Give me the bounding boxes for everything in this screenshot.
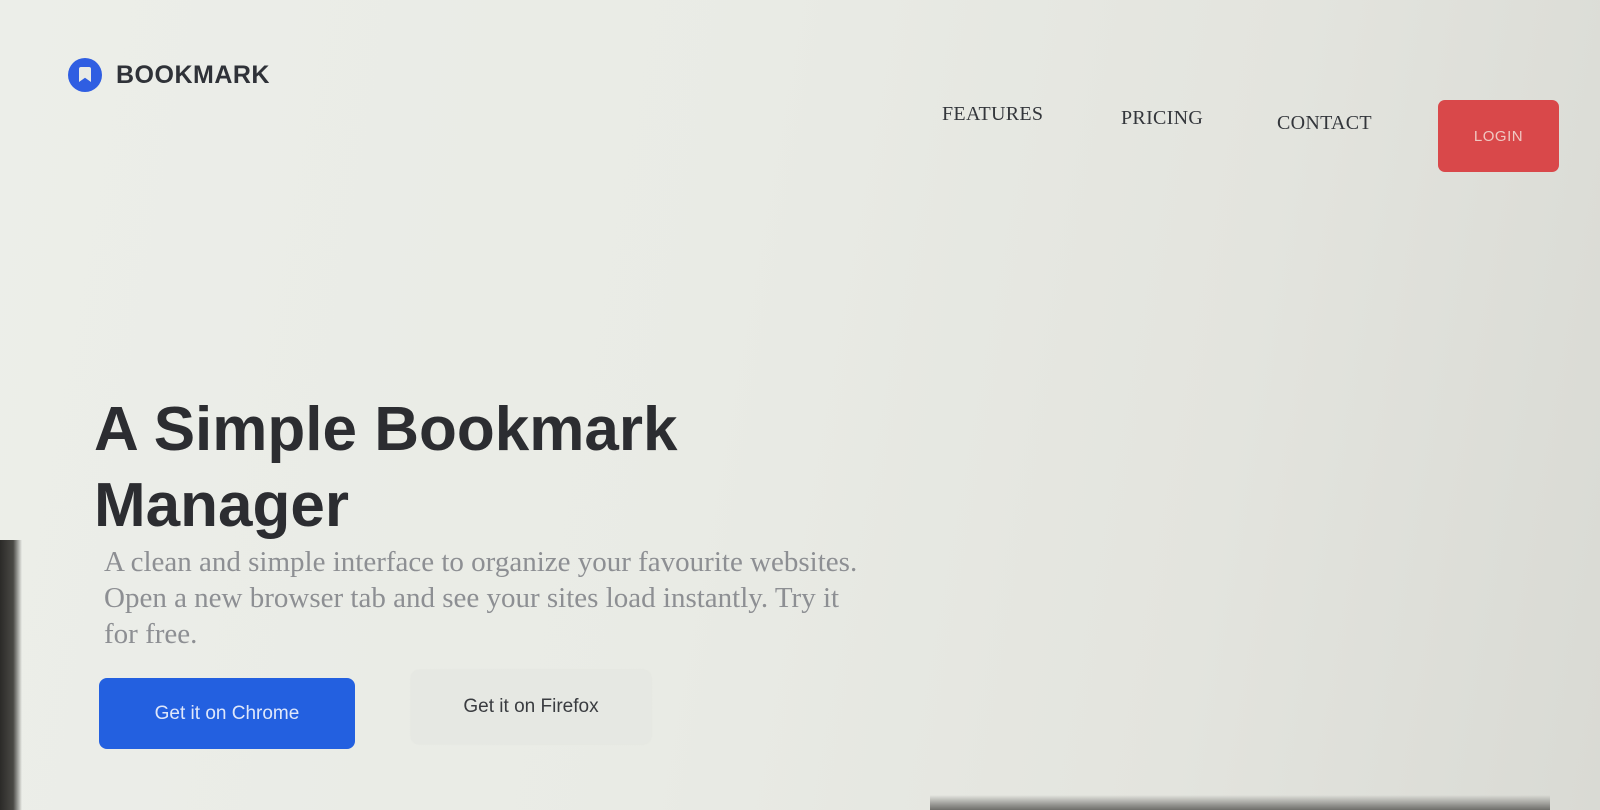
get-firefox-button[interactable]: Get it on Firefox [411,670,651,744]
bookmark-logo-icon [68,58,102,92]
nav-link-pricing[interactable]: PRICING [1121,107,1203,130]
login-button[interactable]: LOGIN [1438,100,1559,172]
main-nav: FEATURES PRICING CONTACT LOGIN [0,100,1600,180]
page: BOOKMARK FEATURES PRICING CONTACT LOGIN … [0,0,1600,810]
brand-name: BOOKMARK [116,60,270,89]
nav-link-contact[interactable]: CONTACT [1277,112,1372,135]
hero-title: A Simple Bookmark Manager [94,395,678,540]
brand-logo[interactable]: BOOKMARK [68,58,270,92]
hero-description: A clean and simple interface to organize… [104,546,858,650]
screen-bottom-edge [930,795,1550,810]
nav-link-features[interactable]: FEATURES [942,103,1043,126]
get-chrome-button[interactable]: Get it on Chrome [99,678,355,749]
screen-bezel-edge [0,540,22,810]
